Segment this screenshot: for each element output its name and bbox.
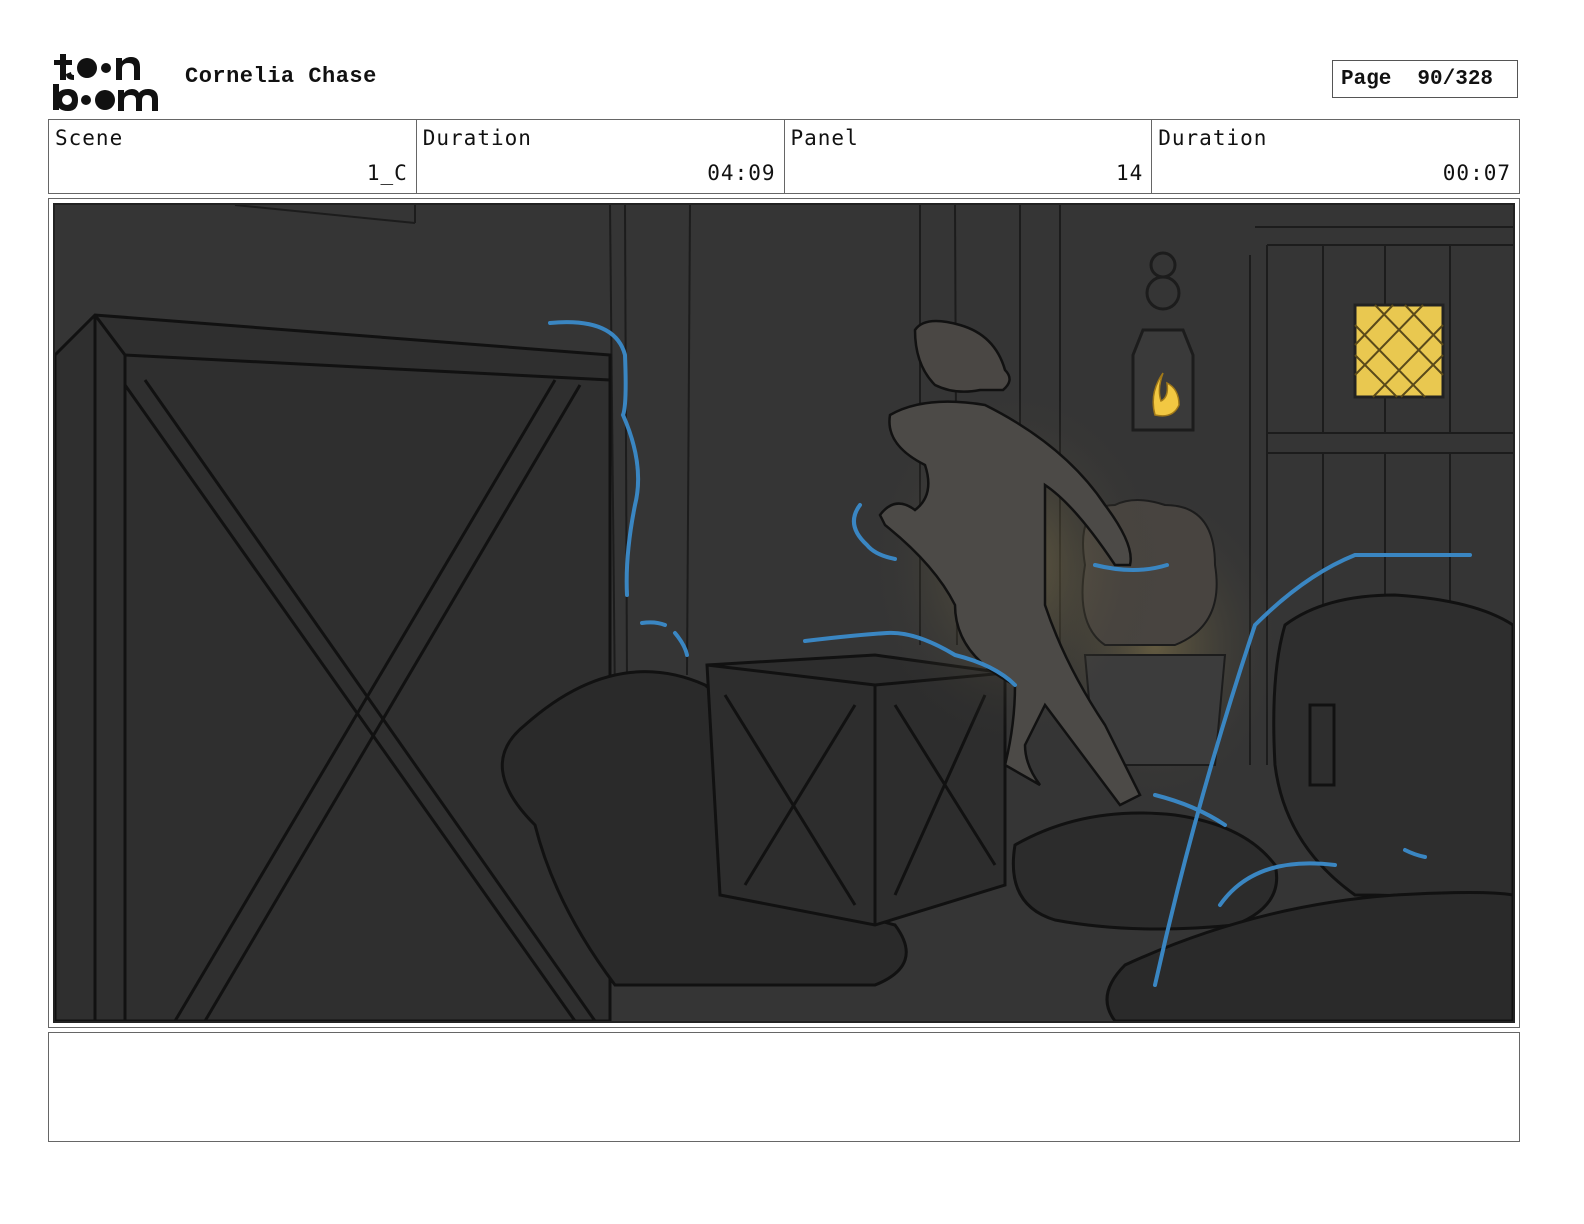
panel-info-row: Scene 1_C Duration 04:09 Panel 14 Durati… [48, 119, 1520, 194]
project-title: Cornelia Chase [185, 64, 377, 89]
panel-label: Panel [790, 126, 859, 150]
panel-sketch [55, 205, 1513, 1021]
panel-duration-label: Duration [1158, 126, 1268, 150]
logo-mark [53, 54, 158, 111]
scene-duration-value: 04:09 [707, 161, 776, 185]
panel-duration-cell: Duration 00:07 [1151, 120, 1519, 193]
scene-duration-label: Duration [422, 126, 532, 150]
scene-label: Scene [55, 126, 124, 150]
page-indicator: Page 90/328 [1332, 60, 1518, 98]
toon-boom-logo [50, 50, 166, 114]
scene-duration-cell: Duration 04:09 [415, 120, 784, 193]
scene-cell: Scene 1_C [49, 120, 416, 193]
storyboard-panel-image [53, 203, 1515, 1023]
panel-value: 14 [1115, 161, 1144, 185]
panel-notes-box[interactable] [48, 1032, 1520, 1142]
panel-cell: Panel 14 [783, 120, 1152, 193]
panel-duration-value: 00:07 [1442, 161, 1511, 185]
page-number: 90/328 [1417, 67, 1494, 91]
scene-value: 1_C [366, 161, 408, 185]
page-label: Page [1341, 67, 1392, 91]
